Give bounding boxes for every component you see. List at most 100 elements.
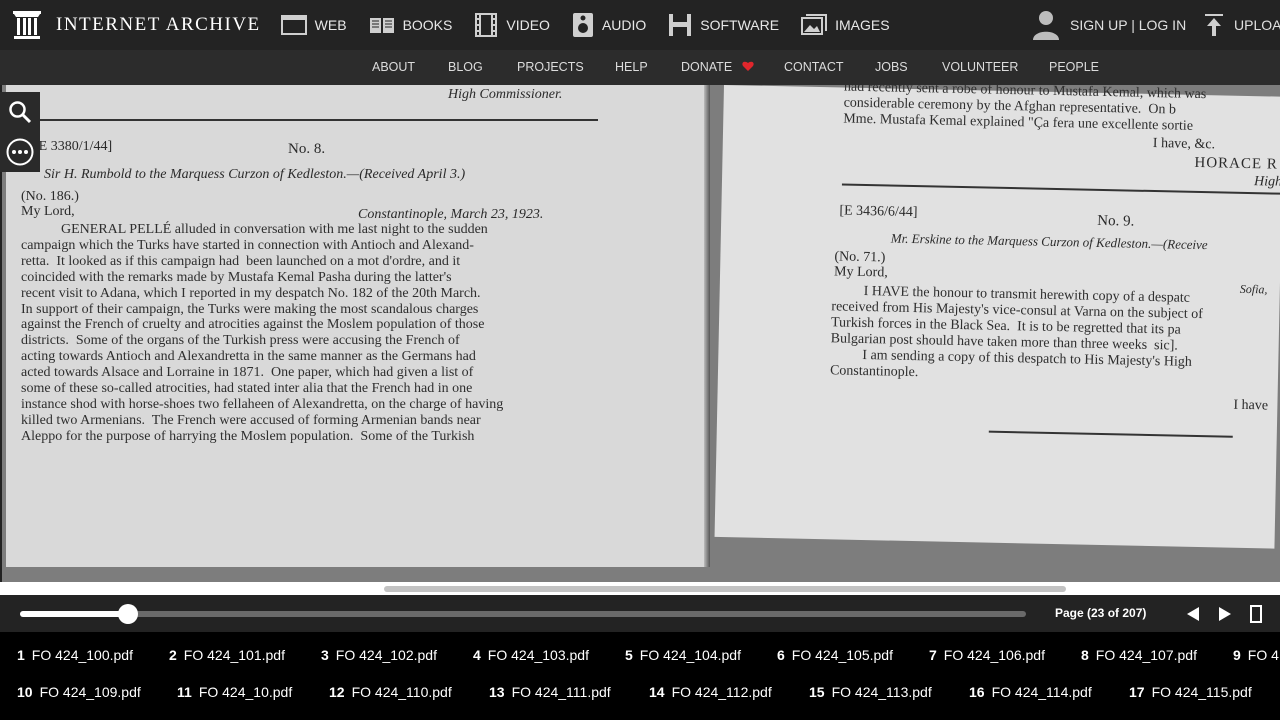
web-icon [280, 15, 307, 35]
upload-icon [1205, 14, 1223, 36]
page-slider-handle[interactable] [117, 604, 138, 624]
file-name: FO 424_102.pdf [335, 647, 437, 663]
media-images[interactable]: IMAGES [801, 0, 890, 50]
triangle-right-icon [1219, 606, 1231, 621]
file-item[interactable]: 10 FO 424_109.pdf [17, 684, 141, 700]
media-audio[interactable]: AUDIO [572, 0, 646, 50]
subnav-jobs[interactable]: JOBS [875, 50, 908, 85]
logo[interactable]: INTERNET ARCHIVE [12, 0, 261, 50]
prev-page-button[interactable] [1186, 606, 1200, 622]
right-body: I HAVE the honour to transmit herewith c… [830, 283, 1204, 386]
body-line: some of these so-called atrocities, had … [21, 381, 473, 397]
media-web[interactable]: WEB [280, 0, 347, 50]
heart-icon [742, 61, 754, 71]
right-closing: I have, &c. [1152, 135, 1216, 153]
subnav-people[interactable]: PEOPLE [1049, 50, 1099, 85]
file-item[interactable]: 14 FO 424_112.pdf [649, 684, 772, 700]
file-num: 16 [969, 684, 985, 700]
left-number: No. 8. [288, 141, 326, 157]
right-number: No. 9. [1097, 212, 1135, 230]
file-item[interactable]: 17 FO 424_115.pdf [1129, 684, 1252, 700]
subnav-about[interactable]: ABOUT [372, 50, 415, 85]
file-item[interactable]: 13 FO 424_111.pdf [489, 684, 611, 700]
file-name: FO 424_107.pdf [1095, 647, 1197, 663]
books-icon [369, 18, 394, 33]
file-num: 3 [321, 647, 329, 663]
file-list: 1 FO 424_100.pdf 2 FO 424_101.pdf 3 FO 424_… [0, 632, 1280, 720]
page-slider-fill [20, 611, 128, 617]
file-item[interactable]: 7 FO 424_106.pdf [929, 647, 1045, 663]
file-num: 4 [473, 647, 481, 663]
page-left[interactable]: High Commissioner. [E 3380/1/44] No. 8. … [6, 85, 710, 567]
right-heading: Mr. Erskine to the Marquess Curzon of Ke… [890, 230, 1208, 253]
media-software-label: SOFTWARE [700, 17, 780, 33]
page-slider-track[interactable] [20, 604, 1026, 624]
file-item[interactable]: 3 FO 424_102.pdf [321, 647, 437, 663]
images-icon [801, 14, 828, 35]
book-viewer[interactable]: High Commissioner. [E 3380/1/44] No. 8. … [0, 85, 1280, 595]
upload-label: UPLOAD [1234, 17, 1280, 33]
media-software[interactable]: SOFTWARE [668, 0, 779, 50]
file-item[interactable]: 12 FO 424_110.pdf [329, 684, 452, 700]
left-signature: High Commissioner. [448, 87, 563, 102]
top-nav-bar: INTERNET ARCHIVE WEB BOOKS VIDEO AUDIO S… [0, 0, 1280, 50]
file-name: FO 424_100.pdf [31, 647, 133, 663]
file-item[interactable]: 9 FO 4 [1233, 647, 1279, 663]
body-line: against the French of cruelty and atroci… [21, 317, 485, 333]
subnav-projects[interactable]: PROJECTS [517, 50, 584, 85]
file-item[interactable]: 11 FO 424_10.pdf [177, 684, 292, 700]
media-video[interactable]: VIDEO [474, 0, 550, 50]
file-num: 2 [169, 647, 177, 663]
page-indicator: Page (23 of 207) [1055, 606, 1147, 620]
file-item[interactable]: 16 FO 424_114.pdf [969, 684, 1092, 700]
file-item[interactable]: 1 FO 424_100.pdf [17, 647, 133, 663]
subnav-donate[interactable]: DONATE [681, 50, 754, 85]
software-icon [669, 14, 692, 36]
body-line: GENERAL PELLÉ alluded in conversation wi… [61, 222, 488, 237]
file-item[interactable]: 2 FO 424_101.pdf [169, 647, 285, 663]
media-web-label: WEB [314, 17, 347, 33]
file-num: 11 [177, 684, 192, 700]
file-num: 6 [777, 647, 785, 663]
file-num: 17 [1129, 684, 1145, 700]
file-num: 13 [489, 684, 505, 700]
file-name: FO 424_106.pdf [943, 647, 1045, 663]
upload-link[interactable]: UPLOAD [1204, 0, 1280, 50]
body-line: killed two Armenians. The French were ac… [21, 412, 481, 428]
left-no: (No. 186.) [21, 189, 79, 204]
media-books-label: BOOKS [402, 17, 453, 33]
file-name: FO 424_104.pdf [639, 647, 741, 663]
file-item[interactable]: 8 FO 424_107.pdf [1081, 647, 1197, 663]
media-books[interactable]: BOOKS [369, 0, 453, 50]
sign-in-link[interactable]: SIGN UP | LOG IN [1032, 0, 1186, 50]
subnav-volunteer[interactable]: VOLUNTEER [942, 50, 1018, 85]
more-icon [6, 138, 34, 166]
file-name: FO 424_112.pdf [671, 684, 772, 700]
page-right[interactable]: had recently sent a robe of honour to Mu… [714, 85, 1280, 549]
left-salutation: My Lord, [21, 204, 75, 219]
right-signer-title: High [1253, 174, 1280, 190]
archive-building-icon [13, 11, 41, 39]
search-button[interactable] [0, 92, 40, 132]
file-item[interactable]: 15 FO 424_113.pdf [809, 684, 932, 700]
more-options-button[interactable] [0, 132, 40, 172]
file-item[interactable]: 5 FO 424_104.pdf [625, 647, 741, 663]
subnav-donate-label: DONATE [681, 60, 733, 74]
sign-in-label: SIGN UP | LOG IN [1070, 17, 1187, 33]
left-heading: Sir H. Rumbold to the Marquess Curzon of… [44, 167, 466, 182]
scrollbar-thumb[interactable] [384, 586, 1066, 592]
file-name: FO 424_114.pdf [991, 684, 1092, 700]
subnav-contact[interactable]: CONTACT [784, 50, 844, 85]
subnav-blog[interactable]: BLOG [448, 50, 483, 85]
subnav-help[interactable]: HELP [615, 50, 648, 85]
body-line: In support of their campaign, the Turks … [21, 301, 479, 317]
one-page-view-button[interactable] [1250, 604, 1262, 623]
file-item[interactable]: 4 FO 424_103.pdf [473, 647, 589, 663]
left-rule [28, 119, 598, 121]
next-page-button[interactable] [1218, 606, 1232, 622]
body-line: coincided with the remarks made by Musta… [21, 269, 452, 285]
file-item[interactable]: 6 FO 424_105.pdf [777, 647, 893, 663]
user-icon [1033, 11, 1059, 40]
horizontal-scrollbar[interactable] [0, 582, 1280, 595]
right-place: Sofia, [1239, 281, 1268, 297]
